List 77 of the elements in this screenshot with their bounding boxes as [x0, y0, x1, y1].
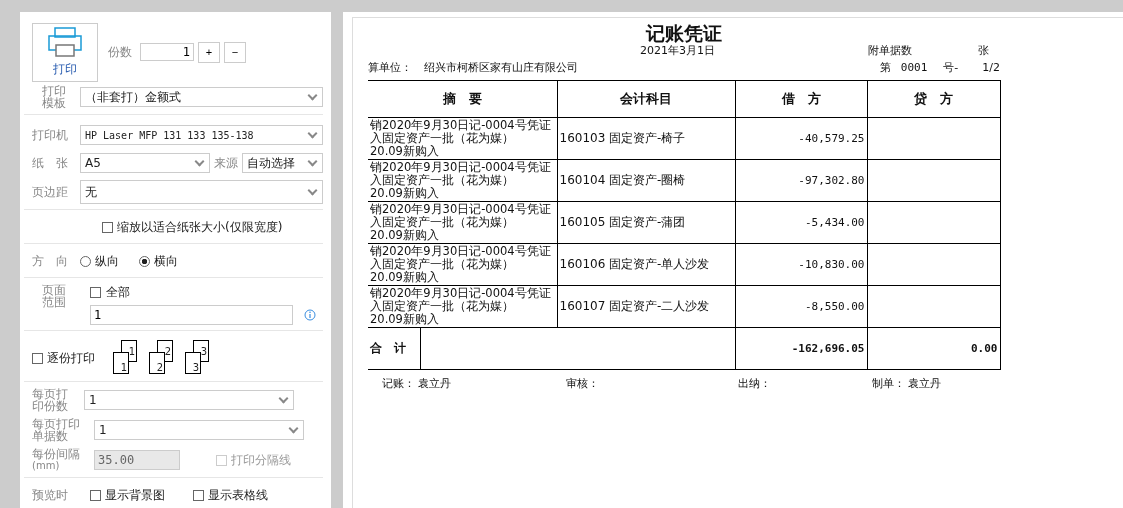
unit-label: (mm) — [32, 460, 61, 472]
attachments-unit: 张 — [978, 43, 989, 58]
table-cell: 160106 固定资产-单人沙发 — [557, 243, 735, 286]
template-dropdown[interactable]: （非套打）金额式 — [80, 87, 323, 107]
table-cell: -40,579.25 — [735, 117, 867, 160]
checkbox[interactable] — [193, 489, 204, 501]
signature-field: 制单： 袁立丹 — [872, 376, 942, 391]
column-header: 会计科目 — [557, 80, 735, 118]
table-cell: -10,830.00 — [735, 243, 867, 286]
table-cell: -8,550.00 — [735, 285, 867, 328]
docs-per-page-label: 每页打印单据数 — [32, 418, 81, 442]
table-cell: -97,302.80 — [735, 159, 867, 202]
number-suffix: 号- — [943, 60, 959, 75]
signature-field: 出纳： — [738, 376, 872, 391]
table-cell: -5,434.00 — [735, 201, 867, 244]
table-cell: 销2020年9月30日记-0004号凭证 入固定资产一批（花为媒） 20.09新购入 — [368, 285, 557, 328]
margin-dropdown[interactable]: 无 — [80, 180, 323, 204]
number-prefix: 第 — [879, 60, 891, 75]
checkbox[interactable] — [90, 489, 101, 501]
source-label: 来源 — [214, 154, 238, 172]
collate-label: 逐份打印 — [47, 349, 95, 367]
separator-label: 打印分隔线 — [231, 451, 291, 469]
print-button[interactable]: 打印 — [32, 22, 98, 82]
preview-option-label: 显示表格线 — [208, 486, 268, 504]
table-cell: 销2020年9月30日记-0004号凭证 入固定资产一批（花为媒） 20.09新购入 — [368, 159, 557, 202]
attachments-label: 附单据数 — [868, 43, 913, 58]
unit-label: 算单位： — [368, 60, 412, 75]
printer-dropdown[interactable]: HP Laser MFP 131 133 135-138 — [80, 125, 323, 145]
page-range-field[interactable]: 1 — [90, 305, 293, 325]
table-cell: 160104 固定资产-圈椅 — [557, 159, 735, 202]
orientation-label: 方 向 — [32, 252, 69, 270]
copies-field[interactable]: 1 — [140, 43, 194, 61]
table-cell: 合 计 — [368, 327, 420, 370]
template-label: 打印模板 — [41, 85, 67, 109]
radio-button[interactable] — [139, 255, 150, 267]
all-pages-label: 全部 — [106, 284, 130, 301]
column-header: 摘 要 — [368, 80, 557, 118]
spacing-label: 每份间隔 — [32, 448, 81, 460]
signature-field: 审核： — [566, 376, 738, 391]
page-number: 1/2 — [982, 61, 1000, 74]
table-cell: 0.00 — [867, 327, 1000, 370]
printer-label: 打印机 — [32, 126, 69, 144]
table-cell: 160103 固定资产-椅子 — [557, 117, 735, 160]
printer-icon — [48, 26, 82, 57]
radio-button[interactable] — [80, 255, 91, 267]
column-header: 借 方 — [735, 80, 867, 118]
checkbox[interactable] — [90, 287, 101, 298]
preview-option-label: 显示背景图 — [105, 486, 165, 504]
column-header: 贷 方 — [867, 80, 1000, 118]
paper-dropdown[interactable]: A5 — [80, 153, 210, 173]
docs-per-page-dropdown[interactable]: 1 — [94, 420, 304, 440]
voucher-title: 记账凭证 — [644, 24, 723, 42]
copies-label: 份数 — [108, 43, 132, 61]
table-cell: -162,696.05 — [735, 327, 867, 370]
table-cell: 销2020年9月30日记-0004号凭证 入固定资产一批（花为媒） 20.09新购入 — [368, 201, 557, 244]
copies-per-page-dropdown[interactable]: 1 — [84, 390, 294, 410]
table-cell: 销2020年9月30日记-0004号凭证 入固定资产一批（花为媒） 20.09新购入 — [368, 243, 557, 286]
table-cell: 销2020年9月30日记-0004号凭证 入固定资产一批（花为媒） 20.09新购入 — [368, 117, 557, 160]
page-range-label: 页面范围 — [41, 284, 67, 308]
preview-label: 预览时 — [32, 486, 69, 504]
voucher-date: 2021年3月1日 — [640, 43, 716, 58]
fit-width-label: 缩放以适合纸张大小(仅限宽度) — [117, 218, 283, 236]
increment-button[interactable]: + — [198, 41, 220, 63]
decrement-button[interactable]: − — [224, 41, 246, 63]
company-name: 绍兴市柯桥区家有山庄有限公司 — [424, 60, 578, 75]
copies-per-page-label: 每页打印份数 — [32, 388, 69, 412]
checkbox[interactable] — [32, 352, 43, 364]
margin-label: 页边距 — [32, 183, 69, 201]
signature-field: 记账： 袁立丹 — [382, 376, 566, 391]
checkbox[interactable] — [102, 221, 113, 233]
source-dropdown[interactable]: 自动选择 — [242, 153, 323, 173]
voucher-number: 0001 — [900, 61, 928, 74]
table-cell: 160107 固定资产-二人沙发 — [557, 285, 735, 328]
orientation-option[interactable]: 纵向 — [95, 252, 119, 270]
orientation-option[interactable]: 横向 — [154, 252, 178, 270]
table-cell: 160105 固定资产-蒲团 — [557, 201, 735, 244]
paper-label: 纸 张 — [32, 154, 69, 172]
